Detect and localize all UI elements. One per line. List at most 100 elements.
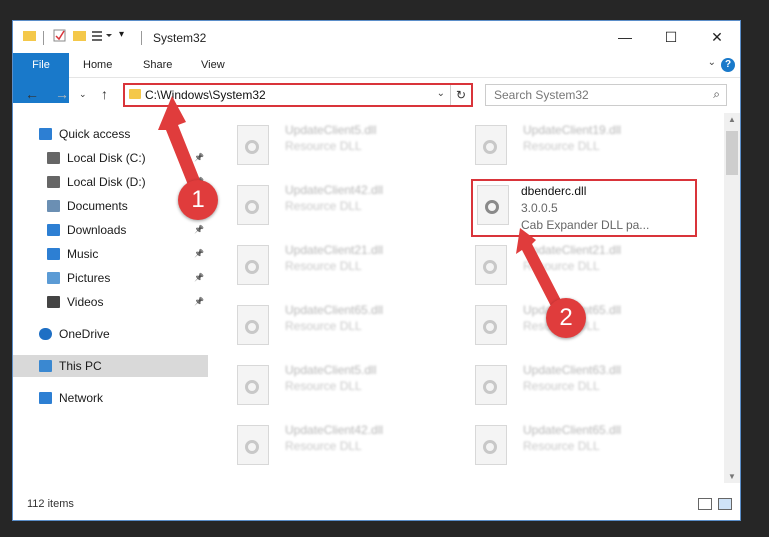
dll-file-icon [475, 245, 507, 285]
file-name: UpdateClient5.dll [285, 363, 377, 377]
drive-icon [47, 176, 60, 188]
address-dropdown-icon[interactable]: ⌄ [437, 88, 445, 99]
address-path: C:\Windows\System32 [145, 88, 266, 102]
close-button[interactable]: ✕ [694, 21, 740, 53]
file-type: Resource DLL [523, 379, 600, 393]
customize-qa-icon[interactable] [91, 29, 115, 45]
file-name: UpdateClient42.dll [285, 423, 384, 437]
sidebar-item-label: Downloads [67, 223, 127, 237]
forward-arrow-icon[interactable]: → [55, 86, 69, 102]
dll-file-icon [475, 365, 507, 405]
file-name: UpdateClient21.dll [285, 243, 384, 257]
pictures-icon [47, 272, 60, 284]
file-item[interactable]: UpdateClient5.dll Resource DLL [237, 123, 457, 173]
file-name: UpdateClient65.dll [285, 303, 384, 317]
tab-view[interactable]: View [193, 53, 233, 77]
sidebar-item[interactable]: Videos 📌 [13, 291, 208, 313]
vertical-scrollbar[interactable]: ▲ ▼ [724, 113, 740, 483]
divider [43, 31, 44, 45]
file-type: Resource DLL [285, 199, 362, 213]
dll-file-icon [237, 245, 269, 285]
file-item[interactable]: UpdateClient65.dllResource DLL [475, 303, 695, 353]
sidebar-item[interactable]: Local Disk (D:)📌 [13, 171, 208, 193]
sidebar-item-label: Network [59, 391, 104, 405]
sidebar-item-label: Pictures [67, 271, 111, 285]
file-item[interactable]: UpdateClient42.dll Resource DLL [237, 423, 457, 473]
expand-ribbon-icon[interactable]: ⌄ [708, 57, 716, 68]
dll-file-icon [237, 125, 269, 165]
properties-icon[interactable] [53, 29, 66, 45]
step-1-badge: 1 [178, 180, 218, 220]
downloads-icon [47, 224, 60, 236]
network-icon [39, 392, 52, 404]
item-count: 112 items [27, 498, 74, 510]
file-item[interactable]: UpdateClient19.dll Resource DLL [475, 123, 695, 173]
sidebar-item[interactable]: OneDrive [13, 323, 208, 345]
sidebar-item-label: Quick access [59, 127, 131, 141]
navigation-pane: Quick access Local Disk (C:) 📌 Local Disk (… [13, 113, 208, 483]
search-placeholder: Search System32 [494, 88, 589, 102]
tab-home[interactable]: Home [75, 53, 120, 77]
file-item[interactable]: UpdateClient42.dll Resource DLL [237, 183, 457, 233]
navigation-bar: ← → ⌄ ↑ C:\Windows\System32 ⌄ ↻ Search S… [13, 78, 740, 112]
pc-icon [39, 360, 52, 372]
pin-icon: 📌 [194, 153, 204, 162]
refresh-icon[interactable]: ↻ [450, 85, 471, 105]
dll-file-icon [237, 185, 269, 225]
file-type: Resource DLL [285, 439, 362, 453]
file-name: dbenderc.dll [521, 184, 587, 198]
back-arrow-icon[interactable]: ← [25, 86, 39, 102]
file-name: UpdateClient19.dll [523, 123, 622, 137]
sidebar-item[interactable]: Pictures 📌 [13, 267, 208, 289]
file-item[interactable]: UpdateClient21.dll Resource DLL [475, 243, 695, 293]
sidebar-item[interactable]: This PC [13, 355, 208, 377]
dll-file-icon [475, 125, 507, 165]
file-item[interactable]: UpdateClient65.dllResource DLL [237, 303, 457, 353]
file-type: Resource DLL [523, 139, 600, 153]
scroll-thumb[interactable] [726, 131, 738, 175]
cloud-icon [39, 328, 52, 340]
tab-share[interactable]: Share [135, 53, 180, 77]
file-name: UpdateClient5.dll [285, 123, 377, 137]
pin-icon: 📌 [194, 249, 204, 258]
star-icon [39, 128, 52, 140]
up-arrow-icon[interactable]: ↑ [101, 86, 108, 102]
dll-file-icon [475, 305, 507, 345]
details-view-icon[interactable] [698, 498, 712, 510]
file-item[interactable]: UpdateClient65.dllResource DLL [475, 423, 695, 473]
file-description: Cab Expander DLL pa... [521, 218, 650, 232]
file-item[interactable]: UpdateClient21.dll Resource DLL [237, 243, 457, 293]
file-list: UpdateClient5.dll Resource DLL UpdateClien… [213, 113, 725, 483]
file-type: Resource DLL [285, 379, 362, 393]
minimize-button[interactable]: — [602, 21, 648, 53]
sidebar-item[interactable]: Downloads 📌 [13, 219, 208, 241]
dll-file-icon [475, 425, 507, 465]
file-name: UpdateClient63.dll [523, 363, 622, 377]
scroll-up-icon[interactable]: ▲ [728, 115, 736, 124]
sidebar-item-label: This PC [59, 359, 102, 373]
file-name: UpdateClient65.dll [523, 423, 622, 437]
help-icon[interactable]: ? [721, 58, 735, 72]
new-folder-icon[interactable] [73, 29, 86, 45]
folder-icon [23, 29, 36, 45]
file-item[interactable]: UpdateClient5.dll Resource DLL [237, 363, 457, 413]
dll-file-icon [477, 185, 509, 225]
ribbon-tabs: File Home Share View ⌄ ? [13, 53, 740, 103]
large-icons-view-icon[interactable] [718, 498, 732, 510]
music-icon [47, 248, 60, 260]
scroll-down-icon[interactable]: ▼ [728, 472, 736, 481]
sidebar-item[interactable]: Music 📌 [13, 243, 208, 265]
qa-dropdown-icon[interactable]: ▾ [119, 29, 124, 40]
sidebar-item[interactable]: Local Disk (C:) 📌 [13, 147, 208, 169]
sidebar-item[interactable]: Quick access [13, 123, 208, 145]
address-bar[interactable]: C:\Windows\System32 ⌄ ↻ [123, 83, 473, 107]
sidebar-item-label: Documents [67, 199, 128, 213]
maximize-button[interactable]: ☐ [648, 21, 694, 53]
sidebar-item[interactable]: Network [13, 387, 208, 409]
search-input[interactable]: Search System32 ⌕ [485, 84, 727, 106]
file-item[interactable]: UpdateClient63.dll Resource DLL [475, 363, 695, 413]
recent-locations-icon[interactable]: ⌄ [79, 89, 87, 100]
sidebar-item-label: Videos [67, 295, 104, 309]
drive-icon [47, 152, 60, 164]
file-item-highlighted[interactable]: dbenderc.dll 3.0.0.5 Cab Expander DLL pa..… [471, 179, 697, 237]
